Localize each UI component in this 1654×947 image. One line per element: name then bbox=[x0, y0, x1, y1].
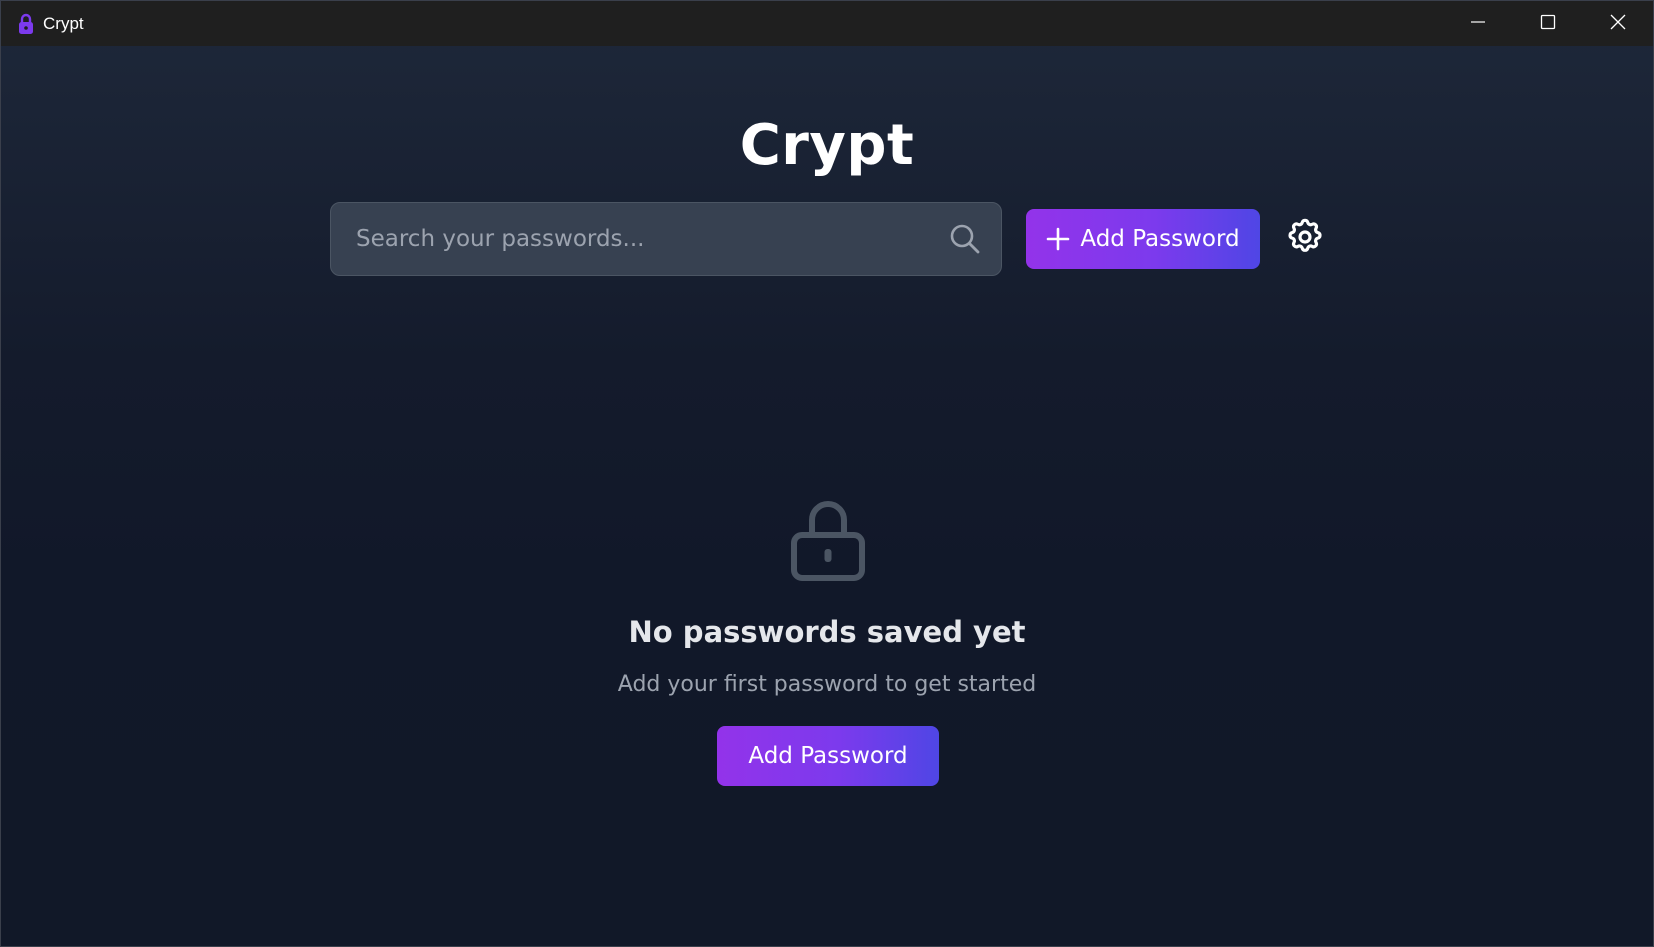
maximize-icon bbox=[1540, 14, 1556, 34]
window-title: Crypt bbox=[43, 13, 84, 33]
app-window: Crypt Crypt Search your passwords... Add… bbox=[0, 0, 1654, 947]
settings-button[interactable] bbox=[1285, 217, 1325, 261]
add-password-label: Add Password bbox=[1080, 226, 1240, 252]
search-bar[interactable] bbox=[330, 202, 1002, 276]
page-title: Crypt bbox=[739, 113, 915, 178]
search-input[interactable] bbox=[331, 202, 948, 276]
window-controls bbox=[1443, 1, 1653, 46]
empty-state-add-password-button[interactable]: Add Password bbox=[717, 726, 939, 786]
search-icon[interactable] bbox=[948, 222, 982, 256]
plus-icon bbox=[1046, 227, 1070, 251]
app-lock-icon bbox=[17, 13, 35, 35]
maximize-button[interactable] bbox=[1513, 1, 1583, 46]
minimize-icon bbox=[1470, 14, 1486, 34]
close-button[interactable] bbox=[1583, 1, 1653, 46]
empty-state-title: No passwords saved yet bbox=[628, 615, 1026, 649]
minimize-button[interactable] bbox=[1443, 1, 1513, 46]
empty-state-subtitle: Add your first password to get started bbox=[617, 672, 1037, 697]
lock-icon bbox=[789, 498, 867, 582]
close-icon bbox=[1610, 14, 1626, 34]
add-password-button[interactable]: Add Password bbox=[1026, 209, 1260, 269]
empty-state-add-password-label: Add Password bbox=[748, 743, 908, 769]
title-bar[interactable]: Crypt bbox=[1, 1, 1653, 46]
gear-icon bbox=[1285, 217, 1325, 261]
